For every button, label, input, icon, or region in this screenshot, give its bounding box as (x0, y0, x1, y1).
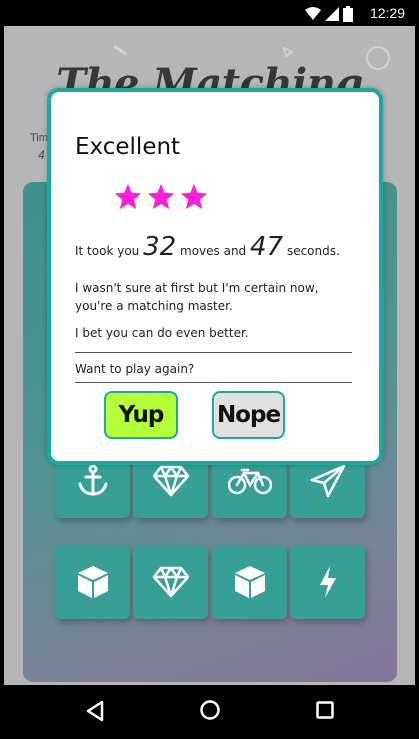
divider (75, 352, 352, 353)
wifi-icon (305, 7, 321, 20)
seconds-count: 47 (250, 232, 284, 262)
moves-mid: moves and (180, 244, 247, 258)
app-screen: The Matching Game Tim 4 Exce (4, 26, 415, 685)
status-time: 12:29 (369, 5, 405, 21)
back-icon[interactable] (85, 700, 105, 722)
moves-prefix: It took you (75, 244, 140, 258)
home-icon[interactable] (199, 699, 221, 721)
divider (75, 382, 352, 383)
recents-icon[interactable] (315, 700, 335, 720)
win-modal: Excellent It took you 32 moves and 47 se… (47, 88, 383, 465)
moves-count: 32 (143, 232, 177, 262)
play-again-prompt: Want to play again? (75, 362, 195, 376)
nav-bar (0, 685, 419, 739)
seconds-suffix: seconds. (286, 244, 340, 258)
star-icon (180, 183, 208, 209)
stats-line: It took you 32 moves and 47 seconds. (75, 234, 340, 260)
signal-icon (325, 7, 339, 21)
star-icon (147, 183, 175, 209)
battery-icon (343, 6, 353, 22)
yup-button[interactable]: Yup (104, 391, 178, 439)
message-text: I wasn't sure at first but I'm certain n… (75, 281, 319, 313)
message-text-2: I bet you can do even better. (75, 326, 249, 340)
status-bar: 12:29 (0, 0, 419, 26)
star-icon (114, 183, 142, 209)
star-rating (113, 182, 209, 212)
status-icons (305, 6, 353, 22)
nope-button[interactable]: Nope (212, 391, 285, 439)
modal-heading: Excellent (75, 134, 181, 160)
